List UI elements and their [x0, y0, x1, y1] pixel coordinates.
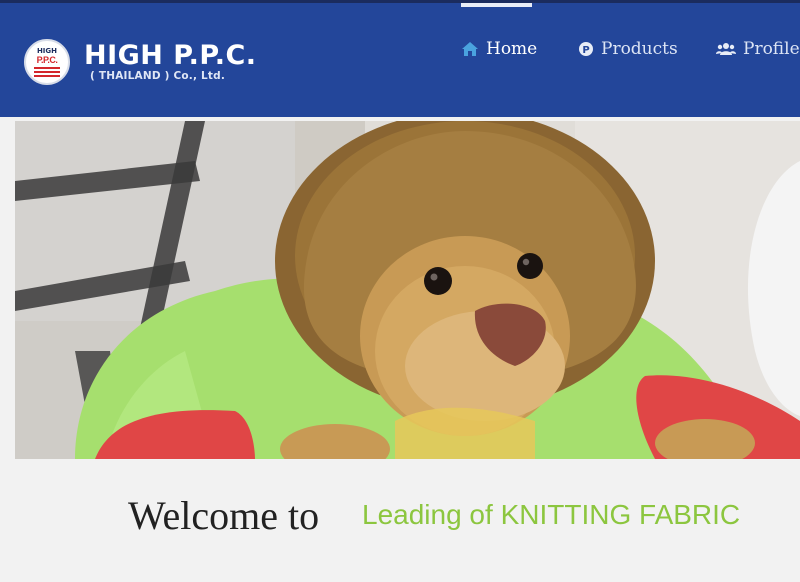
hero-banner: [15, 121, 800, 459]
welcome-heading: Welcome to: [128, 493, 320, 538]
welcome-tagline: Leading of KNITTING FABRIC: [362, 499, 741, 530]
hero-image: [15, 121, 800, 459]
nav-label-products: Products: [601, 39, 678, 59]
badge-top-text: HIGH: [36, 47, 58, 55]
nav-item-profile[interactable]: Profile: [716, 39, 800, 59]
logo-badge: HIGH P.P.C.: [24, 39, 70, 85]
badge-mid-text: P.P.C.: [36, 55, 58, 65]
home-icon: [461, 41, 479, 57]
nav-label-home: Home: [486, 39, 538, 59]
logo-text: HIGH P.P.C. ( THAILAND ) Co., Ltd.: [84, 40, 257, 83]
nav-label-profile: Profile: [743, 39, 800, 59]
welcome-section: Welcome to Leading of KNITTING FABRIC: [0, 480, 800, 540]
svg-text:P: P: [582, 45, 589, 56]
p-circle-icon: P: [578, 41, 594, 57]
navbar: HIGH P.P.C. HIGH P.P.C. ( THAILAND ) Co.…: [0, 3, 800, 117]
nav-item-products[interactable]: P Products: [578, 39, 678, 59]
brand-subtitle: ( THAILAND ) Co., Ltd.: [90, 70, 226, 82]
users-icon: [716, 42, 736, 56]
badge-stripes: [34, 67, 60, 79]
brand-title: HIGH P.P.C.: [84, 40, 257, 71]
logo[interactable]: HIGH P.P.C. HIGH P.P.C. ( THAILAND ) Co.…: [24, 39, 257, 85]
nav-item-home[interactable]: Home: [461, 39, 537, 59]
active-indicator: [461, 3, 532, 7]
